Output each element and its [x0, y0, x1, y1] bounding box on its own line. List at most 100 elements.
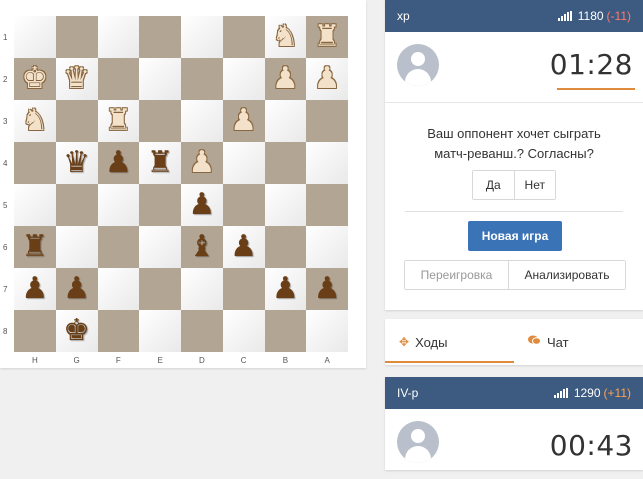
board-square[interactable]: [55, 184, 98, 226]
board-square[interactable]: ♟: [306, 268, 348, 310]
avatar[interactable]: [397, 421, 439, 463]
white-knight-icon[interactable]: ♞: [272, 22, 299, 52]
decline-rematch-button[interactable]: Нет: [513, 171, 555, 199]
tab-moves[interactable]: ✥ Ходы: [385, 319, 514, 365]
tab-chat[interactable]: Чат: [514, 319, 643, 365]
board-square[interactable]: [97, 268, 140, 310]
board-square[interactable]: ♜: [97, 100, 140, 142]
board-square[interactable]: [139, 100, 181, 142]
board-square[interactable]: [97, 226, 140, 268]
white-rook-icon[interactable]: ♜: [314, 22, 341, 52]
board-square[interactable]: [181, 16, 223, 58]
board-square[interactable]: [14, 142, 56, 184]
white-knight-icon[interactable]: ♞: [21, 106, 48, 136]
board-square[interactable]: [181, 310, 223, 352]
board-square[interactable]: [139, 226, 181, 268]
board-square[interactable]: ♟: [55, 268, 98, 310]
board-square[interactable]: [181, 100, 223, 142]
board-square[interactable]: ♚: [14, 58, 56, 100]
board-square[interactable]: [222, 58, 265, 100]
board-square[interactable]: ♜: [139, 142, 181, 184]
board-square[interactable]: ♛: [55, 58, 98, 100]
board-square[interactable]: [306, 226, 348, 268]
board-square[interactable]: ♟: [264, 58, 307, 100]
black-pawn-icon[interactable]: ♟: [21, 274, 48, 304]
board-square[interactable]: [14, 184, 56, 226]
rank-label: 8: [3, 326, 8, 336]
board-square[interactable]: [222, 310, 265, 352]
board-square[interactable]: ♝: [181, 226, 223, 268]
avatar[interactable]: [397, 44, 439, 86]
board-square[interactable]: [264, 226, 307, 268]
board-square[interactable]: [222, 142, 265, 184]
board-square[interactable]: [97, 58, 140, 100]
replay-button[interactable]: Переигровка: [405, 261, 508, 289]
board-square[interactable]: [264, 142, 307, 184]
black-pawn-icon[interactable]: ♟: [63, 274, 90, 304]
board-square[interactable]: [181, 58, 223, 100]
new-game-button[interactable]: Новая игра: [468, 221, 562, 251]
analyze-button[interactable]: Анализировать: [508, 261, 625, 289]
board-square[interactable]: [306, 184, 348, 226]
white-pawn-icon[interactable]: ♟: [188, 148, 215, 178]
chess-board[interactable]: ♞ ♜ ♚ ♛ ♟ ♟ ♞ ♜ ♟ ♛ ♟ ♜ ♟ ♟ ♜ ♝ ♟ ♟ ♟ ♟ ♟ ♚: [14, 16, 348, 352]
white-pawn-icon[interactable]: ♟: [230, 106, 257, 136]
board-square[interactable]: [139, 58, 181, 100]
black-pawn-icon[interactable]: ♟: [105, 148, 132, 178]
black-bishop-icon[interactable]: ♝: [188, 232, 215, 262]
board-square[interactable]: [139, 310, 181, 352]
board-square[interactable]: ♟: [97, 142, 140, 184]
board-square[interactable]: [306, 142, 348, 184]
board-square[interactable]: [222, 16, 265, 58]
board-square[interactable]: [139, 184, 181, 226]
board-square[interactable]: ♞: [264, 16, 307, 58]
board-square[interactable]: [222, 268, 265, 310]
board-square[interactable]: [55, 100, 98, 142]
board-square[interactable]: [97, 16, 140, 58]
board-square[interactable]: [306, 100, 348, 142]
board-square[interactable]: [14, 16, 56, 58]
board-square[interactable]: [181, 268, 223, 310]
board-square[interactable]: ♟: [264, 268, 307, 310]
board-square[interactable]: ♟: [222, 100, 265, 142]
black-king-icon[interactable]: ♚: [63, 316, 90, 346]
board-square[interactable]: [139, 268, 181, 310]
board-square[interactable]: [264, 310, 307, 352]
board-square[interactable]: ♟: [181, 142, 223, 184]
board-square[interactable]: ♟: [181, 184, 223, 226]
board-square[interactable]: ♟: [222, 226, 265, 268]
board-square[interactable]: [97, 310, 140, 352]
board-square[interactable]: [139, 16, 181, 58]
board-square[interactable]: [264, 184, 307, 226]
tab-label: Ходы: [415, 334, 448, 350]
board-square[interactable]: ♞: [14, 100, 56, 142]
accept-rematch-button[interactable]: Да: [473, 171, 514, 199]
black-pawn-icon[interactable]: ♟: [230, 232, 257, 262]
board-square[interactable]: [97, 184, 140, 226]
board-square[interactable]: [222, 184, 265, 226]
board-square[interactable]: ♜: [14, 226, 56, 268]
black-pawn-icon[interactable]: ♟: [314, 274, 341, 304]
black-pawn-icon[interactable]: ♟: [188, 190, 215, 220]
board-square[interactable]: [55, 16, 98, 58]
white-pawn-icon[interactable]: ♟: [272, 64, 299, 94]
board-square[interactable]: [264, 100, 307, 142]
black-rook-icon[interactable]: ♜: [147, 148, 174, 178]
board-square[interactable]: [14, 310, 56, 352]
board-square[interactable]: ♟: [14, 268, 56, 310]
white-queen-icon[interactable]: ♛: [63, 64, 90, 94]
board-square[interactable]: ♚: [55, 310, 98, 352]
white-rook-icon[interactable]: ♜: [105, 106, 132, 136]
board-square[interactable]: [55, 226, 98, 268]
board-square[interactable]: ♜: [306, 16, 348, 58]
board-square[interactable]: ♟: [306, 58, 348, 100]
white-king-icon[interactable]: ♚: [21, 64, 48, 94]
black-pawn-icon[interactable]: ♟: [272, 274, 299, 304]
player-name[interactable]: IV-p: [397, 386, 418, 400]
board-square[interactable]: [306, 310, 348, 352]
player-name[interactable]: xp: [397, 9, 410, 23]
black-rook-icon[interactable]: ♜: [21, 232, 48, 262]
black-queen-icon[interactable]: ♛: [63, 148, 90, 178]
board-square[interactable]: ♛: [55, 142, 98, 184]
white-pawn-icon[interactable]: ♟: [314, 64, 341, 94]
